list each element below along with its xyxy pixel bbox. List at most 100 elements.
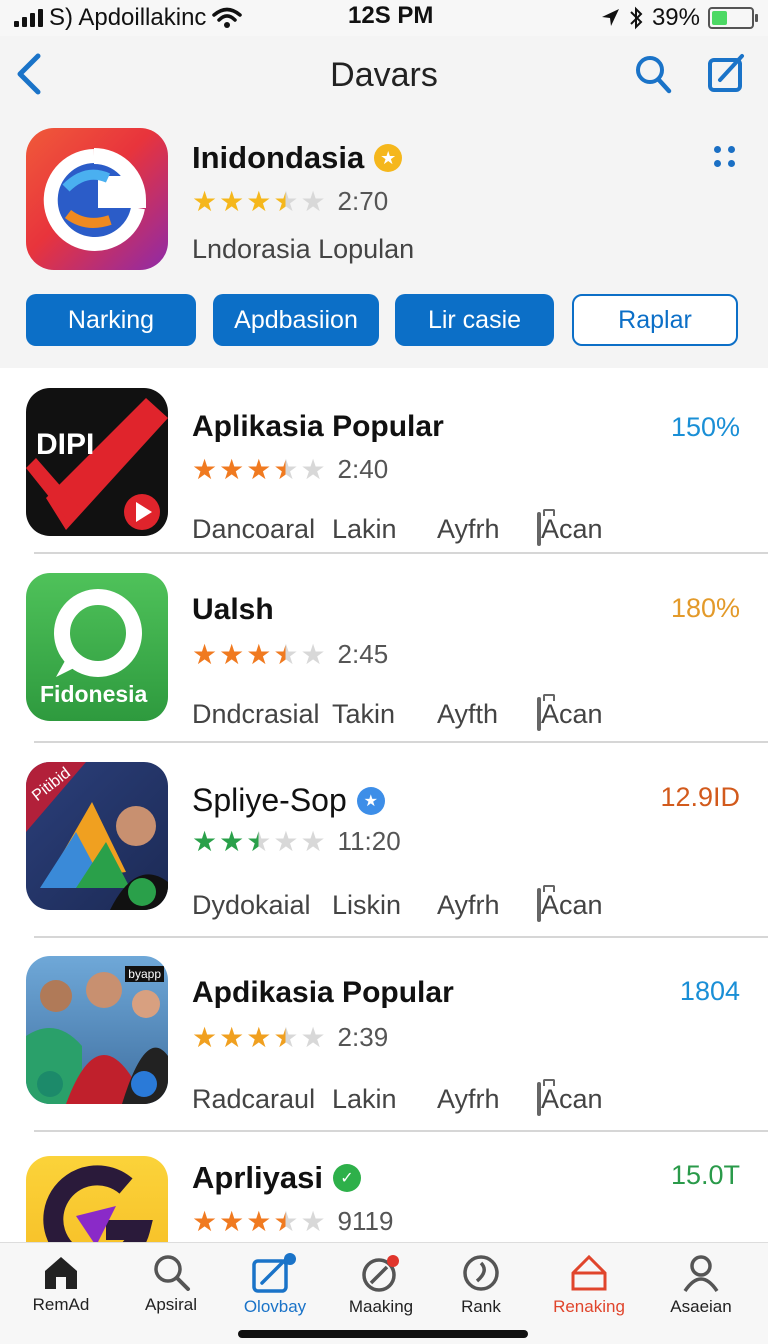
- battery-icon: [708, 7, 758, 29]
- star-icon: ★: [300, 1205, 326, 1237]
- meta-action[interactable]: Acan: [537, 512, 603, 546]
- star-icon: ★: [192, 185, 218, 217]
- meta-category: Dndcrasial: [192, 699, 320, 729]
- g-logo-icon: [43, 148, 147, 251]
- tab-rank[interactable]: Rank: [426, 1243, 536, 1325]
- rating-stars: ★ ★ ★ ★ ★: [192, 185, 326, 217]
- app-title: Spliye-Sop ★: [192, 782, 385, 819]
- tab-compass[interactable]: Maaking: [326, 1243, 436, 1325]
- list-item[interactable]: Pitibid Spliye-Sop ★ ★ ★ ★ ★ ★ 11:20 Dydokai…: [0, 762, 768, 950]
- star-icon: ★: [300, 453, 326, 485]
- group-icon-text: byapp: [125, 966, 164, 982]
- meta-size: Ayfth: [437, 699, 499, 729]
- rating-value: 2:45: [337, 639, 389, 669]
- list-item[interactable]: byapp Apdikasia Popular ★ ★ ★ ★ ★ 2:39 Radca…: [0, 956, 768, 1144]
- app-title: Aprliyasi ✓: [192, 1160, 361, 1196]
- star-icon: ★: [300, 185, 326, 217]
- star-icon: ★: [273, 453, 299, 485]
- app-rating: ★ ★ ★ ★ ★ 2:39: [192, 1022, 388, 1053]
- meta-action-label: Acan: [541, 890, 603, 920]
- tab-label: RemAd: [32, 1295, 90, 1314]
- tab-home[interactable]: RemAd: [6, 1243, 116, 1325]
- star-icon: ★: [219, 1205, 245, 1237]
- meta-category: Radcaraul: [192, 1084, 316, 1114]
- bluetooth-icon: [630, 6, 643, 30]
- clipboard-icon: [537, 697, 541, 731]
- app-rating: ★ ★ ★ ★ ★ 11:20: [192, 826, 401, 857]
- star-icon: ★: [219, 825, 245, 857]
- group-photo-app-icon: byapp: [26, 956, 168, 1104]
- meta-size: Ayfrh: [437, 514, 500, 544]
- rating-value: 2:70: [337, 186, 389, 216]
- tab-edit[interactable]: Olovbay: [220, 1243, 330, 1325]
- star-icon: ★: [273, 825, 299, 857]
- tab-label: Maaking: [348, 1297, 414, 1316]
- meta-size: Ayfrh: [437, 890, 500, 920]
- search-icon[interactable]: [634, 54, 672, 94]
- star-icon: ★: [219, 638, 245, 670]
- meta-category: Dancoaral: [192, 514, 316, 544]
- meta-category: Dydokaial: [192, 890, 311, 920]
- star-icon: ★: [246, 1205, 272, 1237]
- star-icon: ★: [192, 1205, 218, 1237]
- tab-search[interactable]: Apsiral: [116, 1243, 226, 1325]
- featured-app-icon[interactable]: [26, 128, 168, 270]
- star-icon: ★: [300, 1021, 326, 1053]
- rating-stars: ★ ★ ★ ★ ★: [192, 1205, 326, 1237]
- list-item[interactable]: Fidonesia Ualsh ★ ★ ★ ★ ★ 2:45 Dndcrasial Ta…: [0, 573, 768, 761]
- meta-action-label: Acan: [541, 514, 603, 544]
- app-meta: Radcaraul Lakin Ayfrh Acan: [192, 1082, 603, 1116]
- rating-value: 11:20: [337, 826, 401, 856]
- app-title-text: Ualsh: [192, 593, 274, 626]
- pill-raplar[interactable]: Raplar: [572, 294, 738, 346]
- app-title-text: Aplikasia Popular: [192, 410, 444, 443]
- compose-icon[interactable]: [706, 52, 748, 94]
- meta-action[interactable]: Acan: [537, 697, 603, 731]
- top-area: Davars Inidondasia ★ ★ ★ ★ ★ ★ 2:70 Lndorasi…: [0, 36, 768, 368]
- tab-profile[interactable]: Asaeian: [646, 1243, 756, 1325]
- rating-value: 9119: [337, 1206, 394, 1236]
- app-price: 15.0T: [670, 1160, 740, 1190]
- star-icon: ★: [192, 453, 218, 485]
- meta-action[interactable]: Acan: [537, 1082, 603, 1116]
- star-icon: ★: [273, 1021, 299, 1053]
- signal-icon: [14, 9, 43, 27]
- edit-icon: [252, 1253, 296, 1293]
- featured-app-name[interactable]: Inidondasia ★: [192, 140, 403, 176]
- tab-bag[interactable]: Renaking: [534, 1243, 644, 1325]
- star-icon: ★: [192, 638, 218, 670]
- meta-action-label: Acan: [541, 1084, 603, 1114]
- dipi-icon-text: DIPI: [36, 428, 95, 461]
- home-indicator[interactable]: [238, 1330, 528, 1338]
- meta-label: Lakin: [332, 1084, 397, 1114]
- star-icon: ★: [246, 453, 272, 485]
- rating-stars: ★ ★ ★ ★ ★: [192, 453, 326, 485]
- grid-dots-icon[interactable]: [714, 146, 738, 170]
- meta-action[interactable]: Acan: [537, 888, 603, 922]
- battery-fill: [712, 11, 727, 25]
- rank-icon: [463, 1255, 499, 1291]
- pill-apdbasiion[interactable]: Apdbasiion: [213, 294, 379, 346]
- featured-app-title: Inidondasia: [192, 140, 365, 175]
- photo-app-icon: Pitibid: [26, 762, 168, 910]
- star-icon: ★: [219, 1021, 245, 1053]
- star-icon: ★: [273, 1205, 299, 1237]
- app-price: 12.9ID: [660, 782, 740, 812]
- fidonesia-icon-text: Fidonesia: [40, 681, 148, 707]
- pill-narking[interactable]: Narking: [26, 294, 196, 346]
- clipboard-icon: [537, 1082, 541, 1116]
- clipboard-icon: [537, 888, 541, 922]
- star-icon: ★: [192, 825, 218, 857]
- rating-value: 2:40: [337, 454, 389, 484]
- pill-lir-casie[interactable]: Lir casie: [395, 294, 554, 346]
- tab-bar: RemAd Apsiral Olovbay Maaking Rank Renak…: [0, 1242, 768, 1344]
- list-item[interactable]: DIPI Aplikasia Popular ★ ★ ★ ★ ★ 2:40 Dancoa…: [0, 386, 768, 574]
- location-arrow-icon: [601, 9, 619, 26]
- nav-bar: Davars: [0, 36, 768, 116]
- app-price: 180%: [670, 593, 740, 623]
- rating-value: 2:39: [337, 1022, 389, 1052]
- star-icon: ★: [246, 1021, 272, 1053]
- rating-stars: ★ ★ ★ ★ ★: [192, 638, 326, 670]
- app-price: 150%: [670, 412, 740, 442]
- app-title: Aplikasia Popular: [192, 410, 444, 444]
